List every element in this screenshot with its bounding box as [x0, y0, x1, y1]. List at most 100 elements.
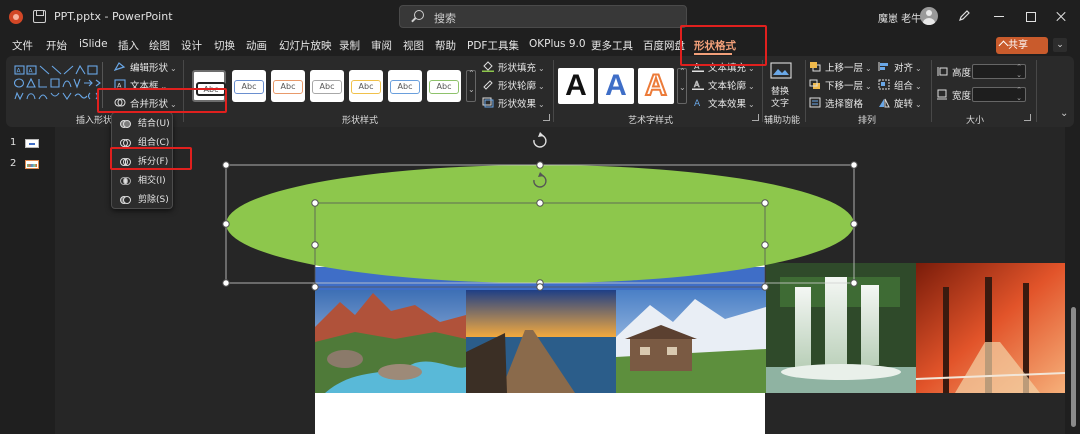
tab-home[interactable]: 开始: [46, 38, 67, 53]
close-icon[interactable]: [1053, 8, 1069, 24]
svg-text:A: A: [694, 80, 700, 89]
share-button[interactable]: 共享: [996, 37, 1048, 54]
slide-canvas[interactable]: [55, 127, 1065, 434]
avatar[interactable]: [920, 7, 938, 25]
tab-islide[interactable]: iSlide: [79, 38, 108, 50]
chevron-down-icon: ⌄: [538, 100, 545, 109]
send-backward-button[interactable]: 下移一层 ⌄: [809, 78, 872, 92]
slide-thumbnail-active[interactable]: [25, 160, 39, 169]
bring-forward-button[interactable]: 上移一层 ⌄: [809, 60, 872, 74]
rotate-button[interactable]: 旋转 ⌄: [878, 96, 922, 110]
maximize-icon[interactable]: [1022, 8, 1038, 24]
group-divider: [762, 60, 763, 122]
tab-okplus[interactable]: OKPlus 9.0: [529, 38, 586, 50]
tab-baidu-netdisk[interactable]: 百度网盘: [643, 38, 685, 53]
menu-item-subtract[interactable]: 剪除(S): [112, 191, 172, 209]
selection-pane-button[interactable]: 选择窗格: [809, 96, 863, 110]
intersect-icon: [120, 177, 131, 185]
menu-item-label: 相交(I): [138, 176, 166, 186]
tab-review[interactable]: 审阅: [371, 38, 392, 53]
height-label: 高度:: [952, 68, 975, 79]
chevron-down-icon: ⌄: [538, 82, 545, 91]
search-placeholder: 搜索: [434, 12, 456, 25]
tab-transitions[interactable]: 切换: [214, 38, 235, 53]
menu-item-union[interactable]: 结合(U): [112, 115, 172, 133]
tab-insert[interactable]: 插入: [118, 38, 139, 53]
save-icon[interactable]: [33, 10, 46, 23]
text-outline-label: 文本轮廓: [708, 81, 747, 92]
tab-pdf-tools[interactable]: PDF工具集: [467, 38, 519, 53]
tab-more-tools[interactable]: 更多工具: [591, 38, 633, 53]
wordart-style-sample[interactable]: A: [598, 68, 634, 104]
tab-help[interactable]: 帮助: [435, 38, 456, 53]
tab-slideshow[interactable]: 幻灯片放映: [279, 38, 332, 53]
tab-draw[interactable]: 绘图: [149, 38, 170, 53]
chevron-down-icon: ⌄: [915, 100, 922, 109]
dialog-launcher-icon[interactable]: [543, 114, 550, 121]
svg-text:A: A: [29, 68, 34, 75]
menu-item-intersect[interactable]: 相交(I): [112, 172, 172, 190]
highlight-box-fragment: [110, 147, 192, 170]
alt-text-button[interactable]: 替换 文字: [766, 62, 796, 110]
title-bar: PPT.pptx - PowerPoint 搜索 魔崽 老牛: [0, 0, 1080, 34]
tab-view[interactable]: 视图: [403, 38, 424, 53]
subtract-icon: [120, 196, 131, 204]
shape-styles-scroll[interactable]: [466, 69, 476, 102]
group-label-shape-styles: 形状样式: [342, 116, 379, 126]
shape-style-swatch[interactable]: Abc: [427, 70, 461, 102]
scrollbar-thumb[interactable]: [1071, 307, 1076, 427]
edit-shape-button[interactable]: 编辑形状 ⌄: [114, 60, 177, 74]
width-input[interactable]: [972, 86, 1026, 102]
group-divider: [1036, 60, 1037, 122]
shape-style-swatch[interactable]: Abc: [271, 70, 305, 102]
edit-shape-icon: [114, 62, 126, 71]
shape-style-swatch[interactable]: Abc: [310, 70, 344, 102]
dialog-launcher-icon[interactable]: [1024, 114, 1031, 121]
vertical-scrollbar[interactable]: [1068, 127, 1080, 434]
wordart-style-sample[interactable]: A: [558, 68, 594, 104]
text-effects-button[interactable]: A 文本效果 ⌄: [692, 96, 755, 110]
shape-fill-button[interactable]: 形状填充 ⌄: [482, 60, 545, 74]
swatch-label: Abc: [273, 80, 303, 94]
shape-effects-label: 形状效果: [498, 99, 537, 110]
text-outline-button[interactable]: A 文本轮廓 ⌄: [692, 78, 755, 92]
selection-pane-label: 选择窗格: [825, 99, 864, 110]
shape-outline-button[interactable]: 形状轮廓 ⌄: [482, 78, 545, 92]
shape-style-swatch[interactable]: Abc: [232, 70, 266, 102]
group-label-wordart-styles: 艺术字样式: [628, 116, 674, 126]
alt-text-label-line2: 文字: [771, 99, 790, 109]
shape-effects-button[interactable]: 形状效果 ⌄: [482, 96, 545, 110]
text-effects-icon: A: [694, 99, 701, 108]
wordart-styles-scroll[interactable]: [677, 67, 687, 104]
height-input[interactable]: [972, 63, 1026, 79]
tab-file[interactable]: 文件: [12, 38, 33, 53]
ribbon-options-chevron-icon[interactable]: ⌄: [1053, 38, 1067, 52]
wordart-style-sample[interactable]: A: [638, 68, 674, 104]
shape-style-swatch[interactable]: Abc: [388, 70, 422, 102]
width-field-label: 宽度:: [936, 88, 974, 102]
shape-gallery[interactable]: A A: [14, 63, 102, 107]
tab-animations[interactable]: 动画: [246, 38, 267, 53]
user-name[interactable]: 魔崽 老牛: [878, 10, 921, 25]
minimize-icon[interactable]: [991, 8, 1007, 24]
send-backward-label: 下移一层: [825, 81, 864, 92]
slide-thumbnail[interactable]: [25, 139, 39, 148]
slides-pane: 1 2: [0, 127, 55, 434]
chevron-down-icon: ⌄: [170, 64, 177, 73]
tab-record[interactable]: 录制: [339, 38, 360, 53]
chevron-down-icon: ⌄: [538, 64, 545, 73]
shape-style-swatch[interactable]: Abc: [349, 70, 383, 102]
chevron-down-icon: ⌄: [865, 82, 872, 91]
bring-forward-label: 上移一层: [825, 63, 864, 74]
group-button[interactable]: 组合 ⌄: [878, 78, 922, 92]
shape-outline-label: 形状轮廓: [498, 81, 537, 92]
dialog-launcher-icon[interactable]: [752, 114, 759, 121]
group-label-accessibility: 辅助功能: [764, 116, 801, 126]
align-button[interactable]: 对齐 ⌄: [878, 60, 922, 74]
align-icon: [878, 62, 888, 71]
pen-icon[interactable]: [957, 9, 971, 23]
search-box[interactable]: 搜索: [399, 5, 687, 28]
tab-design[interactable]: 设计: [181, 38, 202, 53]
collapse-ribbon-chevron-icon[interactable]: ⌄: [1060, 108, 1068, 119]
app-name: PowerPoint: [111, 10, 173, 23]
